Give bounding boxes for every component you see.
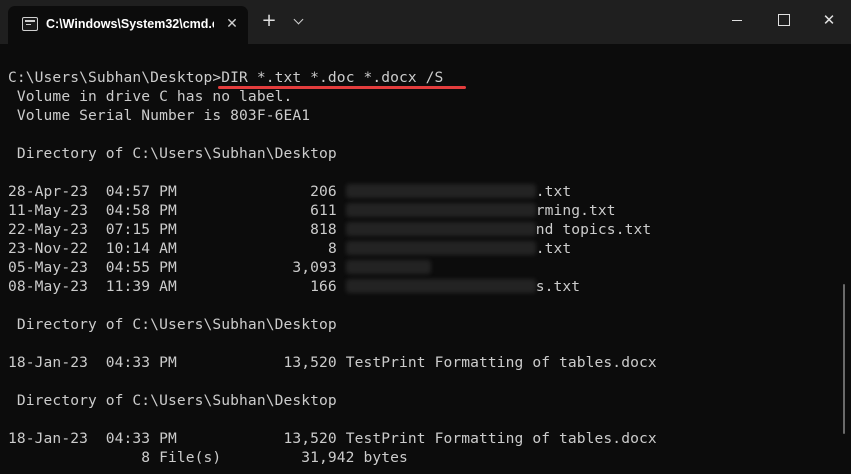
terminal-icon — [22, 17, 38, 31]
redacted-name — [345, 260, 431, 274]
close-button[interactable]: ✕ — [806, 0, 851, 40]
minimize-button[interactable] — [714, 0, 760, 40]
list-item: 05-May-23 04:55 PM 3,093 — [8, 258, 431, 277]
title-bar: C:\Windows\System32\cmd.e ✕ + ✕ — [0, 0, 851, 44]
directory-header: Directory of C:\Users\Subhan\Desktop — [8, 392, 337, 409]
new-tab-button[interactable]: + — [258, 10, 280, 32]
command-highlight-underline — [218, 86, 466, 89]
redacted-name — [345, 184, 536, 198]
prompt: C:\Users\Subhan\Desktop> — [8, 69, 222, 86]
redacted-name — [345, 279, 536, 293]
list-item: 28-Apr-23 04:57 PM 206 .txt — [8, 183, 572, 200]
command-line: C:\Users\Subhan\Desktop>DIR *.txt *.doc … — [8, 68, 443, 87]
redacted-name — [345, 203, 536, 217]
directory-header: Directory of C:\Users\Subhan\Desktop — [8, 145, 337, 162]
redacted-name — [345, 222, 536, 236]
list-item: 11-May-23 04:58 PM 611 rming.txt — [8, 202, 616, 219]
volume-serial: Volume Serial Number is 803F-6EA1 — [8, 107, 311, 124]
tab-close-icon[interactable]: ✕ — [222, 14, 242, 34]
console-output[interactable]: C:\Users\Subhan\Desktop>DIR *.txt *.doc … — [0, 44, 836, 474]
summary-line: 8 File(s) 31,942 bytes — [8, 449, 408, 466]
maximize-button[interactable] — [760, 0, 806, 40]
chevron-down-icon[interactable] — [288, 10, 310, 32]
directory-header: Directory of C:\Users\Subhan\Desktop — [8, 316, 337, 333]
list-item: 23-Nov-22 10:14 AM 8 .txt — [8, 240, 572, 257]
list-item: 08-May-23 11:39 AM 166 s.txt — [8, 278, 581, 295]
command-text: DIR *.txt *.doc *.docx /S — [221, 69, 444, 86]
list-item: 18-Jan-23 04:33 PM 13,520 TestPrint Form… — [8, 430, 657, 447]
list-item: 22-May-23 07:15 PM 818 nd topics.txt — [8, 221, 652, 238]
tab-title: C:\Windows\System32\cmd.e — [46, 17, 214, 31]
scrollbar[interactable] — [843, 284, 845, 434]
redacted-name — [345, 241, 536, 255]
list-item: 18-Jan-23 04:33 PM 13,520 TestPrint Form… — [8, 354, 657, 371]
tab-cmd[interactable]: C:\Windows\System32\cmd.e ✕ — [8, 6, 248, 44]
volume-label: Volume in drive C has no label. — [8, 88, 293, 105]
